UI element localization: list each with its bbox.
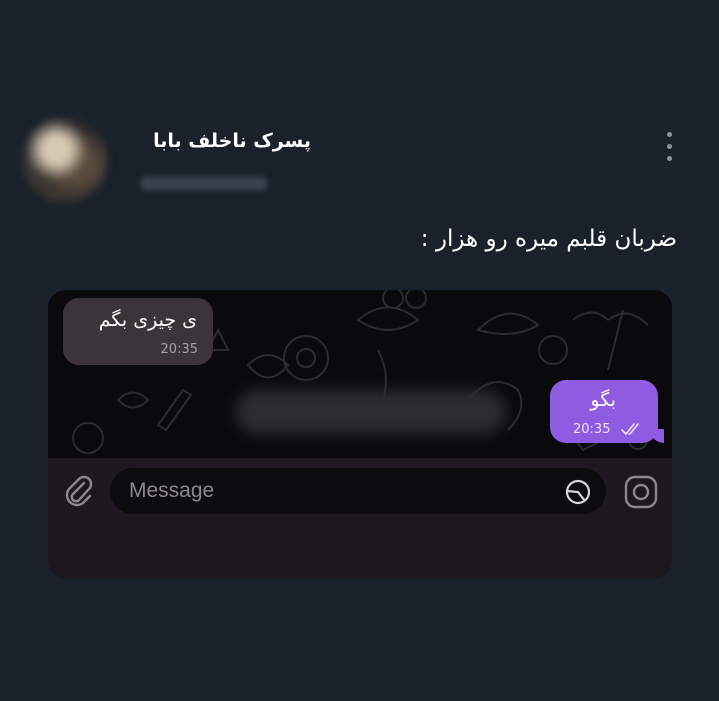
message-input[interactable]: Message [110,468,606,514]
author-avatar[interactable] [22,117,108,203]
outgoing-message-text: بگو [590,389,616,411]
author-name[interactable]: پسرک ناخلف بابا [153,130,311,152]
incoming-message-time: 20:35 [160,342,198,357]
outgoing-message[interactable]: بگو 20:35 [550,380,664,443]
outgoing-message-time: 20:35 [573,422,611,437]
double-check-icon [621,423,639,436]
message-input-placeholder: Message [129,479,215,502]
incoming-message[interactable]: ی چیزی بگم 20:35 [63,298,213,365]
camera-icon[interactable] [622,473,660,511]
post-text: ضربان قلبم میره رو هزار : [420,226,677,252]
message-composer: Message [48,458,672,578]
more-vertical-icon[interactable] [660,130,680,164]
chat-background: ی چیزی بگم 20:35 بگو 20:35 [48,290,672,458]
incoming-message-text: ی چیزی بگم [98,309,197,331]
chat-screenshot: ی چیزی بگم 20:35 بگو 20:35 Message [48,290,672,578]
sticker-icon[interactable] [564,478,592,506]
redacted-content [236,390,506,434]
author-handle-redacted [140,177,268,190]
paperclip-icon[interactable] [62,474,96,508]
